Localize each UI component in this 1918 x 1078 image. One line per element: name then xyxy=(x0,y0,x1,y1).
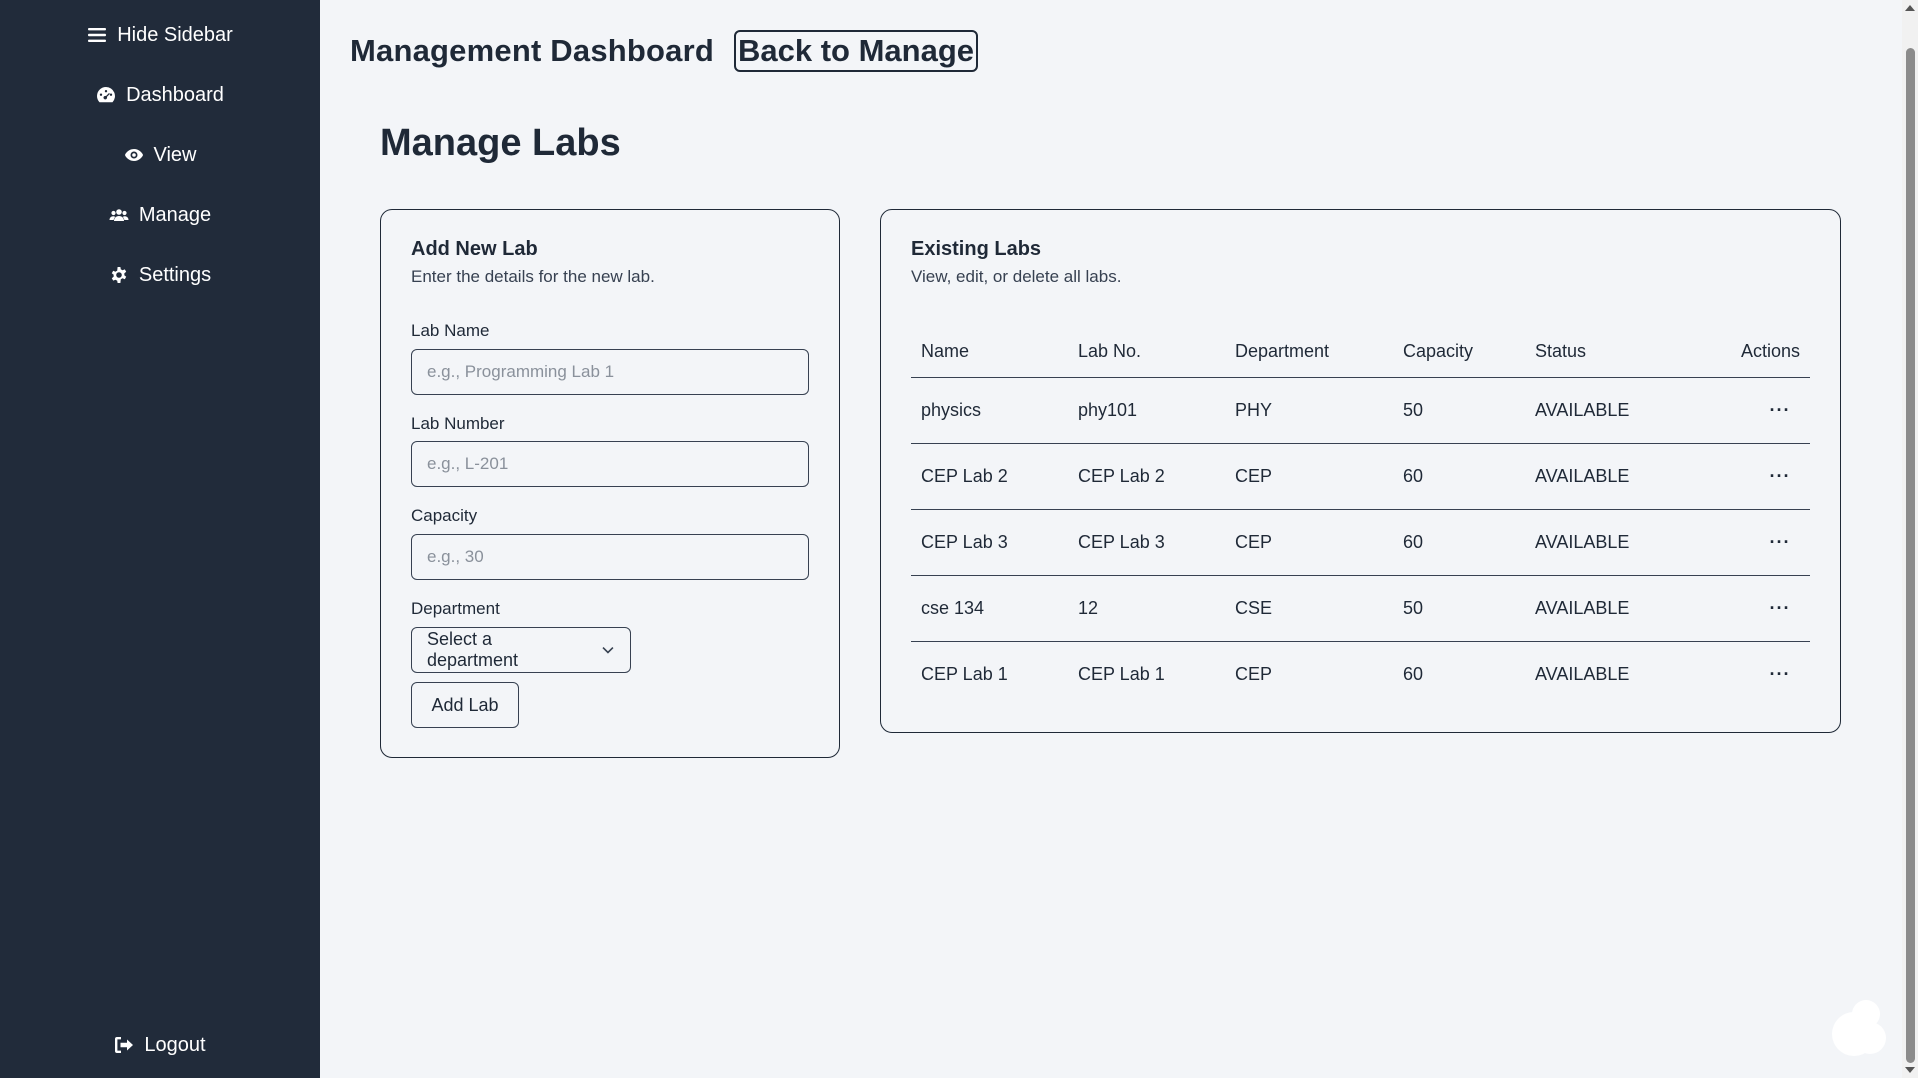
cell-capacity: 60 xyxy=(1393,509,1525,576)
existing-labs-card: Existing Labs View, edit, or delete all … xyxy=(880,209,1841,733)
cell-status: AVAILABLE xyxy=(1525,377,1690,444)
cell-status: AVAILABLE xyxy=(1525,443,1690,510)
page-title: Manage Labs xyxy=(380,122,621,164)
sidebar-item-dashboard[interactable]: Dashboard xyxy=(0,75,320,115)
cell-department: PHY xyxy=(1225,377,1393,444)
more-actions-button[interactable]: ··· xyxy=(1760,664,1800,685)
users-icon xyxy=(109,209,129,221)
cell-actions: ··· xyxy=(1690,641,1810,707)
labs-table: Name Lab No. Department Capacity Status … xyxy=(911,327,1810,707)
main-content: Management Dashboard Back to Manage Mana… xyxy=(320,0,1902,1078)
back-to-manage-button[interactable]: Back to Manage xyxy=(734,30,979,72)
cell-capacity: 50 xyxy=(1393,575,1525,642)
column-header-actions: Actions xyxy=(1690,327,1810,378)
sidebar-item-label: Manage xyxy=(138,203,212,226)
more-actions-button[interactable]: ··· xyxy=(1760,598,1800,619)
existing-labs-title: Existing Labs xyxy=(911,238,1042,260)
cell-status: AVAILABLE xyxy=(1535,663,1630,684)
table-row: CEP Lab 2 CEP Lab 2 CEP 60 AVAILABLE ··· xyxy=(911,443,1810,510)
cell-capacity: 50 xyxy=(1393,377,1525,444)
logout-label: Logout xyxy=(144,1033,206,1056)
lab-number-input[interactable] xyxy=(411,441,809,487)
column-header-department: Department xyxy=(1225,327,1393,378)
eye-icon xyxy=(124,149,143,161)
gear-icon xyxy=(111,267,127,283)
table-row: physics phy101 PHY 50 AVAILABLE ··· xyxy=(911,377,1810,444)
existing-labs-description: View, edit, or delete all labs. xyxy=(911,267,1122,286)
cell-department: CSE xyxy=(1225,575,1393,642)
cell-department: CEP xyxy=(1235,663,1273,684)
chat-bubble-icon[interactable] xyxy=(1826,994,1888,1060)
add-lab-title: Add New Lab xyxy=(411,238,538,260)
table-row: CEP Lab 3 CEP Lab 3 CEP 60 AVAILABLE ··· xyxy=(911,509,1810,576)
logout-button[interactable]: Logout xyxy=(0,1025,320,1065)
more-actions-button[interactable]: ··· xyxy=(1760,532,1800,553)
sidebar-item-settings[interactable]: Settings xyxy=(0,255,320,295)
department-select[interactable]: Select a department xyxy=(411,627,631,673)
hide-sidebar-button[interactable]: Hide Sidebar xyxy=(0,15,320,55)
column-header-lab-no: Lab No. xyxy=(1068,327,1225,378)
department-select-value: Select a department xyxy=(427,629,519,670)
cell-lab-no: phy101 xyxy=(1068,377,1225,444)
more-actions-button[interactable]: ··· xyxy=(1760,400,1800,421)
top-bar: Management Dashboard Back to Manage xyxy=(350,30,979,72)
cell-name: cse 134 xyxy=(911,575,1068,642)
cell-lab-no: 12 xyxy=(1068,575,1225,642)
cell-lab-no: CEP Lab 1 xyxy=(1078,663,1165,684)
column-header-name: Name xyxy=(911,327,1068,378)
cell-department: CEP xyxy=(1225,443,1393,510)
dashboard-title: Management Dashboard xyxy=(350,33,715,68)
scroll-down-icon[interactable] xyxy=(1905,1067,1915,1073)
sidebar-item-label: View xyxy=(153,143,197,166)
chevron-down-icon xyxy=(602,646,614,654)
sidebar-item-view[interactable]: View xyxy=(0,135,320,175)
sidebar-item-label: Settings xyxy=(138,263,212,286)
lab-name-label: Lab Name xyxy=(411,321,490,340)
scroll-up-icon[interactable] xyxy=(1905,5,1915,11)
table-header-row: Name Lab No. Department Capacity Status … xyxy=(911,327,1810,378)
logout-icon xyxy=(115,1037,134,1053)
lab-name-input[interactable] xyxy=(411,349,809,395)
cell-status: AVAILABLE xyxy=(1525,575,1690,642)
hide-sidebar-label: Hide Sidebar xyxy=(117,23,233,46)
menu-icon xyxy=(88,28,107,42)
cell-capacity: 60 xyxy=(1393,443,1525,510)
cell-name: CEP Lab 3 xyxy=(911,509,1068,576)
cell-name: CEP Lab 1 xyxy=(921,663,1008,684)
cell-lab-no: CEP Lab 2 xyxy=(1068,443,1225,510)
more-actions-button[interactable]: ··· xyxy=(1760,466,1800,487)
page-scrollbar[interactable] xyxy=(1902,0,1918,1078)
cell-name: CEP Lab 2 xyxy=(911,443,1068,510)
capacity-label: Capacity xyxy=(411,506,478,525)
capacity-input[interactable] xyxy=(411,534,809,580)
cell-actions: ··· xyxy=(1690,443,1810,510)
department-label: Department xyxy=(411,599,500,618)
scrollbar-thumb[interactable] xyxy=(1906,48,1915,1063)
add-lab-description: Enter the details for the new lab. xyxy=(411,267,655,286)
table-row: cse 134 12 CSE 50 AVAILABLE ··· xyxy=(911,575,1810,642)
column-header-capacity: Capacity xyxy=(1393,327,1525,378)
cell-actions: ··· xyxy=(1690,509,1810,576)
cell-lab-no: CEP Lab 3 xyxy=(1068,509,1225,576)
add-lab-card: Add New Lab Enter the details for the ne… xyxy=(380,209,840,758)
sidebar: Hide Sidebar Dashboard View Manage Setti… xyxy=(0,0,320,1078)
cell-name: physics xyxy=(911,377,1068,444)
column-header-status: Status xyxy=(1525,327,1690,378)
cell-actions: ··· xyxy=(1690,377,1810,444)
cell-department: CEP xyxy=(1225,509,1393,576)
cell-actions: ··· xyxy=(1690,575,1810,642)
add-lab-button[interactable]: Add Lab xyxy=(411,682,519,728)
dashboard-icon xyxy=(97,87,116,103)
table-row: CEP Lab 1 CEP Lab 1 CEP 60 AVAILABLE ··· xyxy=(911,641,1810,707)
cell-capacity: 60 xyxy=(1403,663,1424,684)
sidebar-item-manage[interactable]: Manage xyxy=(0,195,320,235)
lab-number-label: Lab Number xyxy=(411,414,505,433)
sidebar-item-label: Dashboard xyxy=(126,83,224,106)
cell-status: AVAILABLE xyxy=(1525,509,1690,576)
